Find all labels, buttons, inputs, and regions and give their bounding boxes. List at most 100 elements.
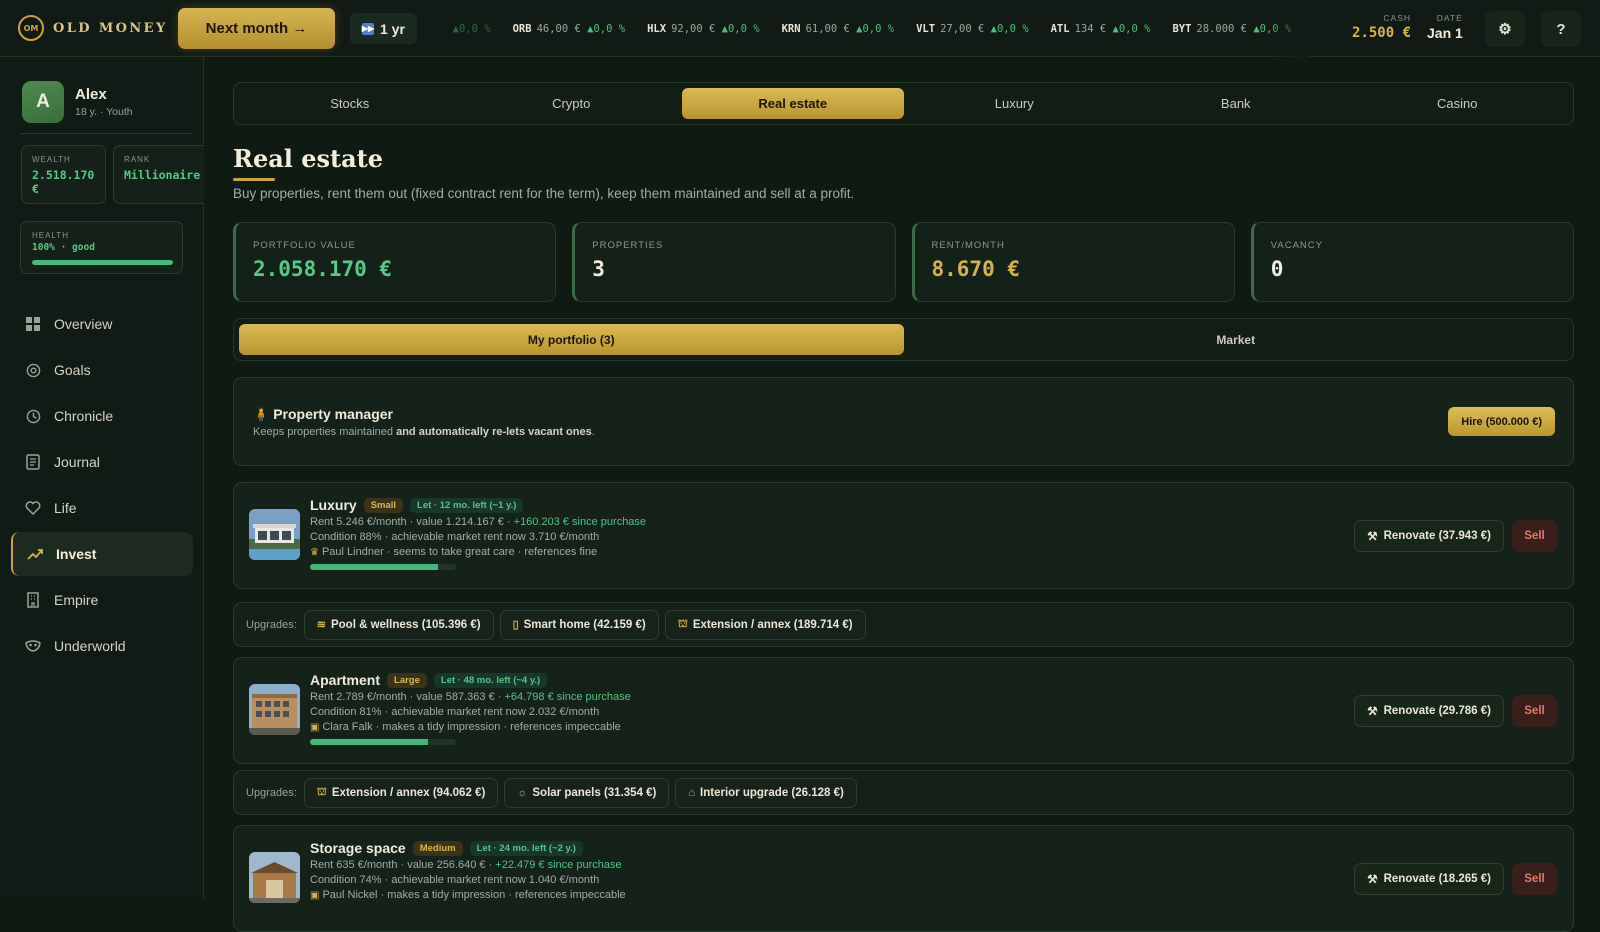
condition-bar-fill bbox=[310, 564, 439, 570]
condition-line: Condition 81% · achievable market rent n… bbox=[310, 706, 600, 718]
upgrade-smart-home-button[interactable]: ▯ Smart home (42.159 €) bbox=[499, 609, 659, 640]
tab-bank[interactable]: Bank bbox=[1125, 88, 1347, 119]
health-box: HEALTH 100% · good bbox=[20, 221, 183, 274]
speed-toggle[interactable]: ▶▶ 1 yr bbox=[350, 13, 417, 44]
tab-stocks[interactable]: Stocks bbox=[239, 88, 461, 119]
sidebar-item-chronicle[interactable]: Chronicle bbox=[11, 394, 193, 438]
kpi-row: PORTFOLIO VALUE 2.058.170 € PROPERTIES 3… bbox=[233, 222, 1574, 302]
hammer-icon: ⚒ bbox=[1367, 531, 1378, 543]
sun-icon: ☼ bbox=[517, 786, 528, 799]
upgrade-pool-button[interactable]: ≋ Pool & wellness (105.396 €) bbox=[303, 609, 494, 640]
upgrade-extension-button[interactable]: ⛫ Extension / annex (94.062 €) bbox=[303, 777, 499, 808]
help-icon: ? bbox=[1556, 20, 1566, 38]
tab-my-portfolio[interactable]: My portfolio (3) bbox=[239, 324, 904, 355]
upgrades-row: Upgrades: ⛫ Extension / annex (94.062 €) … bbox=[233, 770, 1574, 815]
sidebar: A Alex 18 y. · Youth WEALTH 2.518.170 € … bbox=[0, 57, 204, 900]
property-name: Luxury bbox=[310, 497, 357, 513]
cash-display: CASH 2.500 € bbox=[1352, 13, 1412, 41]
upgrade-solar-button[interactable]: ☼ Solar panels (31.354 €) bbox=[504, 777, 670, 808]
let-badge: Let · 48 mo. left (~4 y.) bbox=[433, 672, 548, 688]
kpi-value: 8.670 € bbox=[931, 257, 1021, 281]
grid-icon bbox=[25, 316, 41, 332]
size-badge: Small bbox=[363, 497, 404, 513]
cash-value: 2.500 € bbox=[1352, 25, 1412, 41]
property-card-apartment: Apartment Large Let · 48 mo. left (~4 y.… bbox=[233, 657, 1574, 764]
property-image bbox=[249, 509, 300, 560]
player-age: 18 y. · Youth bbox=[75, 106, 133, 118]
health-value: 100% · good bbox=[32, 242, 95, 253]
date-value: Jan 1 bbox=[1427, 25, 1463, 41]
trend-icon bbox=[27, 546, 43, 562]
tab-luxury[interactable]: Luxury bbox=[904, 88, 1126, 119]
fast-forward-icon: ▶▶ bbox=[361, 22, 375, 35]
next-month-button[interactable]: Next month → bbox=[178, 8, 335, 49]
settings-button[interactable]: ⚙ bbox=[1485, 11, 1525, 47]
tab-crypto[interactable]: Crypto bbox=[461, 88, 683, 119]
let-badge: Let · 12 mo. left (~1 y.) bbox=[410, 497, 524, 513]
sidebar-item-overview[interactable]: Overview bbox=[11, 302, 193, 346]
sell-button[interactable]: Sell bbox=[1512, 520, 1557, 552]
kpi-value: 3 bbox=[592, 257, 605, 281]
sell-button[interactable]: Sell bbox=[1512, 863, 1557, 895]
avatar: A bbox=[22, 81, 64, 123]
rent-value-line: Rent 2.789 €/month · value 587.363 € · +… bbox=[310, 691, 631, 703]
sidebar-item-invest[interactable]: Invest bbox=[11, 532, 193, 576]
let-badge: Let · 24 mo. left (~2 y.) bbox=[469, 840, 583, 856]
tab-market[interactable]: Market bbox=[904, 324, 1569, 355]
manager-icon: 🧍 bbox=[253, 407, 270, 422]
hire-manager-button[interactable]: Hire (500.000 €) bbox=[1448, 407, 1555, 436]
tenant-line: ▣ Clara Falk · makes a tidy impression · … bbox=[310, 721, 621, 733]
kpi-value: 2.058.170 € bbox=[253, 257, 393, 281]
invest-tabs: Stocks Crypto Real estate Luxury Bank Ca… bbox=[233, 82, 1574, 125]
briefcase-icon: ▣ bbox=[310, 890, 320, 901]
app-logo[interactable]: OM OLD MONEY bbox=[18, 15, 168, 41]
stock-ticker: € ▲0,0 % ORB46,00 € ▲0,0 % HLX92,00 € ▲0… bbox=[448, 0, 1310, 57]
ticker-item: ATL 134 € ▲0,0 % bbox=[1050, 22, 1151, 35]
tab-casino[interactable]: Casino bbox=[1347, 88, 1569, 119]
ticker-item: € ▲0,0 % bbox=[452, 22, 491, 35]
app-name: OLD MONEY bbox=[53, 20, 168, 36]
mask-icon bbox=[25, 638, 41, 654]
sidebar-item-empire[interactable]: Empire bbox=[11, 578, 193, 622]
renovate-button[interactable]: ⚒ Renovate (29.786 €) bbox=[1354, 695, 1504, 727]
upgrade-interior-button[interactable]: ⌂ Interior upgrade (26.128 €) bbox=[675, 777, 857, 808]
kpi-value: 0 bbox=[1270, 257, 1284, 281]
portfolio-tabs: My portfolio (3) Market bbox=[233, 318, 1574, 361]
renovate-button[interactable]: ⚒ Renovate (18.265 €) bbox=[1354, 863, 1504, 895]
date-display: DATE Jan 1 bbox=[1427, 13, 1463, 41]
sidebar-divider bbox=[20, 133, 192, 134]
ticker-item: KRN 61,00 € ▲0,0 % bbox=[781, 22, 895, 35]
page-subtitle: Buy properties, rent them out (fixed con… bbox=[233, 186, 855, 201]
rank-value: Millionaire bbox=[124, 168, 201, 182]
upgrade-extension-button[interactable]: ⛫ Extension / annex (189.714 €) bbox=[664, 609, 866, 640]
sidebar-item-life[interactable]: Life bbox=[11, 486, 193, 530]
property-name: Apartment bbox=[310, 672, 381, 688]
kpi-portfolio-value: PORTFOLIO VALUE 2.058.170 € bbox=[233, 222, 557, 302]
ticker-item: HLX 92,00 € ▲0,0 % bbox=[647, 22, 760, 35]
sell-button[interactable]: Sell bbox=[1512, 695, 1557, 727]
condition-bar-fill bbox=[310, 739, 429, 745]
sidebar-item-underworld[interactable]: Underworld bbox=[11, 624, 193, 668]
ticker-item: ORB 46,00 € ▲0,0 % bbox=[512, 22, 626, 35]
property-manager-card: 🧍 Property manager Keeps properties maint… bbox=[233, 377, 1574, 466]
player-name: Alex bbox=[75, 86, 107, 103]
crane-icon: ⛫ bbox=[316, 785, 327, 798]
size-badge: Large bbox=[387, 672, 427, 688]
title-underline bbox=[233, 178, 275, 181]
top-bar: OM OLD MONEY Next month → ▶▶ 1 yr € ▲0,0… bbox=[0, 0, 1600, 57]
sofa-icon: ⌂ bbox=[688, 786, 696, 799]
help-button[interactable]: ? bbox=[1541, 11, 1581, 47]
sidebar-item-goals[interactable]: Goals bbox=[11, 348, 193, 392]
sidebar-item-journal[interactable]: Journal bbox=[11, 440, 193, 484]
profile[interactable]: A Alex 18 y. · Youth bbox=[22, 81, 133, 123]
gear-icon: ⚙ bbox=[1498, 21, 1512, 38]
tab-real-estate[interactable]: Real estate bbox=[682, 88, 904, 119]
target-icon bbox=[25, 362, 41, 378]
manager-description: Keeps properties maintained and automati… bbox=[253, 426, 595, 438]
building-icon bbox=[25, 592, 41, 608]
upgrades-row: Upgrades: ≋ Pool & wellness (105.396 €) ▯… bbox=[233, 602, 1574, 647]
condition-bar bbox=[310, 739, 456, 745]
ticker-fade bbox=[1270, 0, 1310, 57]
hammer-icon: ⚒ bbox=[1367, 874, 1378, 886]
renovate-button[interactable]: ⚒ Renovate (37.943 €) bbox=[1354, 520, 1504, 552]
